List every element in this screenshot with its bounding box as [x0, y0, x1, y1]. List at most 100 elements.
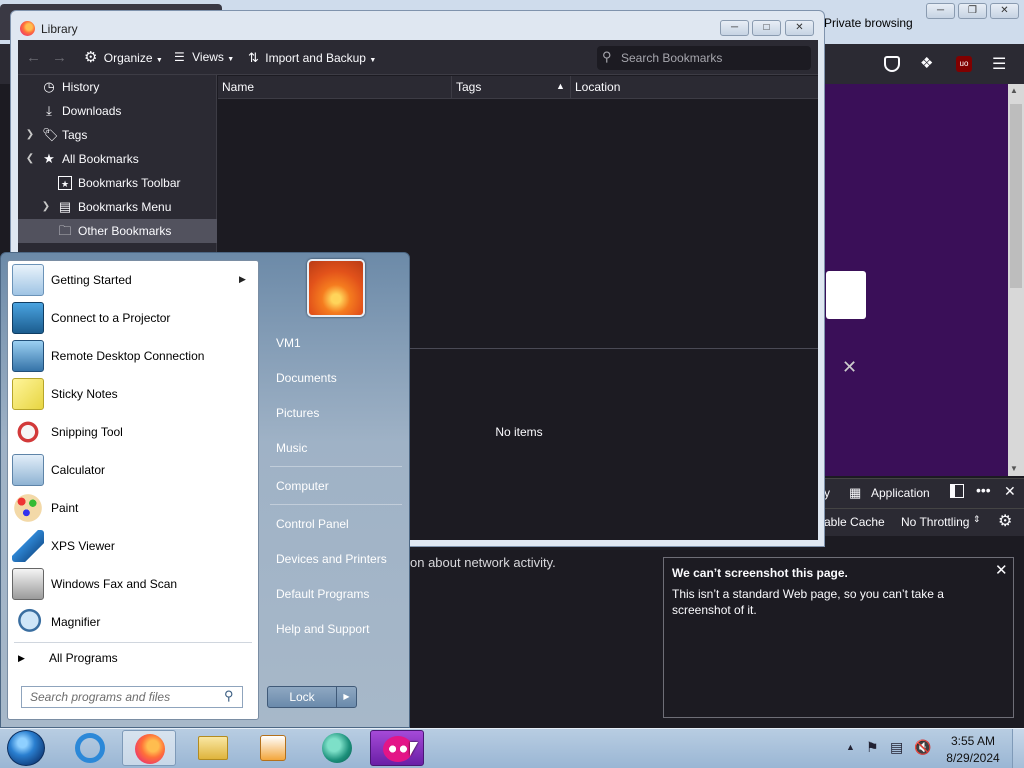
media-player-icon [260, 735, 286, 761]
search-bookmarks-input[interactable]: Search Bookmarks [597, 46, 811, 70]
throttling-select[interactable]: No Throttling [901, 515, 969, 529]
toolbar-star-icon: ★ [58, 176, 72, 190]
details-divider[interactable] [410, 348, 818, 349]
show-desktop-button[interactable] [1012, 729, 1024, 768]
volume-muted-icon[interactable]: 🔇 [914, 739, 931, 756]
program-magnifier[interactable]: Magnifier [7, 603, 259, 641]
scissors-icon [12, 416, 44, 448]
lock-label: Lock [289, 690, 315, 704]
menu-list-icon: ▤ [58, 199, 72, 214]
dock-icon[interactable] [950, 484, 964, 498]
program-label: Sticky Notes [51, 387, 118, 401]
start-right-pictures[interactable]: Pictures [266, 398, 406, 428]
ie-taskbar-icon[interactable] [64, 730, 118, 766]
action-center-flag-icon[interactable]: ⚑ [866, 739, 879, 756]
import-backup-button[interactable]: ⇅ Import and Backup ▼ [248, 40, 383, 75]
show-hidden-icons-icon[interactable]: ▲ [846, 742, 855, 752]
program-label: Connect to a Projector [51, 311, 171, 325]
close-button[interactable]: ✕ [990, 3, 1019, 19]
all-programs-button[interactable]: ▶ All Programs [14, 646, 252, 670]
tree-item-downloads[interactable]: ⤓ Downloads [18, 99, 217, 123]
search-icon: ⚲ [602, 49, 612, 64]
explorer-taskbar-icon[interactable] [186, 730, 240, 766]
program-label: Windows Fax and Scan [51, 577, 178, 591]
program-getting-started[interactable]: Getting Started ▶ [7, 261, 259, 299]
tree-item-label: Other Bookmarks [78, 224, 172, 238]
start-right-default-programs[interactable]: Default Programs [266, 579, 406, 609]
devtools-close-icon[interactable]: ✕ [1004, 483, 1016, 500]
program-label: Paint [51, 501, 79, 515]
user-avatar[interactable] [307, 259, 365, 317]
more-icon[interactable]: ••• [976, 482, 991, 498]
network-icon[interactable]: ▤ [890, 739, 903, 756]
start-right-computer[interactable]: Computer [266, 471, 406, 501]
tree-item-bookmarks-menu[interactable]: ❯ ▤ Bookmarks Menu [18, 195, 217, 219]
tree-item-label: All Bookmarks [62, 152, 139, 166]
tree-item-bookmarks-toolbar[interactable]: ★ Bookmarks Toolbar [18, 171, 217, 195]
program-snipping-tool[interactable]: Snipping Tool [7, 413, 259, 451]
start-right-music[interactable]: Music [266, 433, 406, 463]
program-fax-scan[interactable]: Windows Fax and Scan [7, 565, 259, 603]
submenu-arrow-icon: ▶ [239, 274, 246, 284]
tree-item-label: Bookmarks Menu [78, 200, 172, 214]
restore-button[interactable]: ❐ [958, 3, 987, 19]
library-close-button[interactable]: ✕ [785, 20, 814, 36]
windows-start-icon[interactable] [7, 730, 45, 766]
back-icon[interactable]: ← [26, 40, 41, 75]
folder-icon: 🗀 [58, 223, 72, 238]
tree-item-history[interactable]: ◷ History [18, 75, 217, 99]
extensions-icon[interactable]: ❖ [920, 54, 933, 72]
minimize-button[interactable]: ─ [926, 3, 955, 19]
app-taskbar-icon[interactable] [310, 730, 364, 766]
program-label: Magnifier [51, 615, 101, 629]
calculator-icon [12, 454, 44, 486]
media-player-taskbar-icon[interactable] [246, 730, 300, 766]
clock-time[interactable]: 3:55 AM [940, 734, 1006, 748]
throttling-chevron-icon: ⇕ [973, 514, 981, 524]
program-remote-desktop[interactable]: Remote Desktop Connection [7, 337, 259, 375]
column-name[interactable]: Name [218, 76, 452, 99]
organize-gear-icon: ⚙ [84, 49, 98, 66]
notification-close-icon[interactable]: ✕ [995, 561, 1008, 579]
start-right-help-support[interactable]: Help and Support [266, 614, 406, 644]
start-right-devices-printers[interactable]: Devices and Printers [266, 544, 406, 574]
start-search-input[interactable]: Search programs and files [21, 686, 243, 708]
clock-date[interactable]: 8/29/2024 [940, 751, 1006, 765]
library-minimize-button[interactable]: ─ [720, 20, 749, 36]
chevron-right-icon[interactable]: ❯ [24, 123, 36, 147]
devtools-tab-application[interactable]: Application [871, 486, 930, 500]
scrollbar-thumb[interactable] [1010, 104, 1022, 288]
disable-cache-label[interactable]: able Cache [824, 515, 885, 529]
program-sticky-notes[interactable]: Sticky Notes [7, 375, 259, 413]
column-tags[interactable]: Tags [452, 76, 571, 99]
start-right-documents[interactable]: Documents [266, 363, 406, 393]
tree-item-tags[interactable]: ❯ 🏷 Tags [18, 123, 217, 147]
column-location[interactable]: Location [571, 76, 818, 99]
program-calculator[interactable]: Calculator [7, 451, 259, 489]
organize-button[interactable]: ⚙ Organize ▼ [84, 40, 166, 75]
menu-icon[interactable]: ☰ [992, 54, 1006, 74]
start-right-separator [270, 504, 402, 505]
pocket-icon[interactable] [884, 56, 900, 72]
program-xps-viewer[interactable]: XPS Viewer [7, 527, 259, 565]
tree-item-all-bookmarks[interactable]: ❮ ★ All Bookmarks [18, 147, 217, 171]
lock-options-arrow-icon[interactable]: ▶ [336, 687, 356, 707]
program-paint[interactable]: Paint [7, 489, 259, 527]
program-connect-projector[interactable]: Connect to a Projector [7, 299, 259, 337]
firefox-taskbar-icon[interactable] [122, 730, 176, 766]
chevron-right-icon[interactable]: ❯ [40, 195, 52, 219]
lock-button[interactable]: Lock ▶ [267, 686, 357, 708]
scroll-up-icon[interactable]: ▲ [1010, 86, 1018, 95]
scroll-down-icon[interactable]: ▼ [1010, 464, 1018, 473]
close-icon[interactable]: ✕ [842, 357, 857, 378]
getting-started-icon [12, 264, 44, 296]
tree-item-other-bookmarks[interactable]: 🗀 Other Bookmarks [18, 219, 217, 243]
forward-icon[interactable]: → [52, 40, 67, 75]
library-maximize-button[interactable]: □ [752, 20, 781, 36]
settings-gear-icon[interactable]: ⚙ [998, 511, 1012, 531]
start-right-user[interactable]: VM1 [266, 328, 406, 358]
start-right-control-panel[interactable]: Control Panel [266, 509, 406, 539]
ublock-icon[interactable]: uo [956, 56, 972, 72]
views-button[interactable]: ☰ Views ▼ [174, 40, 238, 75]
chevron-down-icon[interactable]: ❮ [24, 147, 36, 171]
